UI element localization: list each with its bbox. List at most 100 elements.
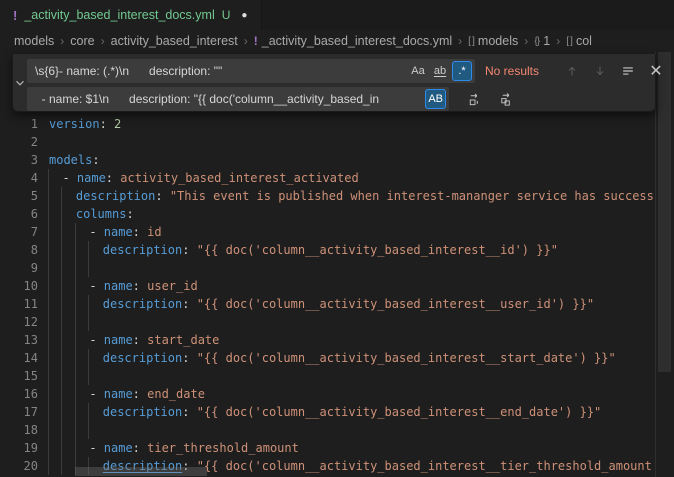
code-line[interactable]: 18 — [0, 421, 655, 439]
code-text[interactable]: - name: id — [49, 223, 162, 241]
line-number[interactable]: 6 — [0, 205, 38, 223]
line-number[interactable]: 15 — [0, 367, 38, 385]
code-line[interactable]: 16 - name: end_date — [0, 385, 655, 403]
indent-guide — [48, 313, 62, 331]
modified-dot-icon[interactable]: ● — [241, 10, 247, 21]
line-number[interactable]: 18 — [0, 421, 38, 439]
code-line[interactable]: 19 - name: tier_threshold_amount — [0, 439, 655, 457]
indent-guide — [75, 295, 89, 313]
code-text[interactable]: - name: activity_based_interest_activate… — [49, 169, 359, 187]
toggle-replace-button[interactable] — [13, 54, 27, 111]
indent-guide — [48, 349, 62, 367]
breadcrumb-item-models[interactable]: models — [14, 34, 54, 48]
indent-guide — [61, 277, 75, 295]
code-line[interactable]: 6 columns: — [0, 205, 655, 223]
code-text[interactable] — [49, 367, 103, 385]
code-line[interactable]: 14 description: "{{ doc('column__activity… — [0, 349, 655, 367]
breadcrumb-item-core[interactable]: core — [70, 34, 94, 48]
indent-guide — [61, 403, 75, 421]
code-text[interactable]: version: 2 — [49, 115, 121, 133]
code-line[interactable]: 17 description: "{{ doc('column__activity… — [0, 403, 655, 421]
code-area[interactable]: 1 version: 2 23 models: 4 - name: activity_ba… — [0, 52, 655, 477]
next-match-button[interactable] — [589, 60, 611, 82]
editor-tab[interactable]: ! _activity_based_interest_docs.yml U ● — [0, 0, 262, 30]
code-text[interactable]: description: "{{ doc('column__activity_b… — [49, 403, 601, 421]
line-number[interactable]: 13 — [0, 331, 38, 349]
preserve-case-toggle[interactable]: AB — [425, 89, 446, 109]
line-number[interactable]: 1 — [0, 115, 38, 133]
breadcrumb-separator: › — [458, 34, 462, 48]
code-text[interactable]: description: "This event is published wh… — [49, 187, 654, 205]
line-number[interactable]: 8 — [0, 241, 38, 259]
code-text[interactable]: description: "{{ doc('column__activity_b… — [49, 295, 594, 313]
find-results-status: No results — [485, 64, 561, 78]
code-line[interactable]: 11 description: "{{ doc('column__activity… — [0, 295, 655, 313]
line-number[interactable]: 5 — [0, 187, 38, 205]
line-number[interactable]: 11 — [0, 295, 38, 313]
line-number[interactable]: 14 — [0, 349, 38, 367]
indent-guide — [61, 205, 75, 223]
code-line[interactable]: 4 - name: activity_based_interest_activat… — [0, 169, 655, 187]
code-text[interactable]: description: "{{ doc('column__activity_b… — [49, 241, 558, 259]
line-number[interactable]: 17 — [0, 403, 38, 421]
yaml-file-icon: ! — [254, 34, 258, 48]
line-number[interactable]: 20 — [0, 457, 38, 475]
line-number[interactable]: 9 — [0, 259, 38, 277]
find-input[interactable]: \s{6}- name: (.*)\n description: "" Aa a… — [27, 59, 475, 83]
regex-toggle[interactable]: .* — [452, 61, 472, 81]
indent-guide — [48, 385, 62, 403]
replace-value-text: - name: $1\n description: "{{ doc('colum… — [35, 92, 423, 106]
code-text[interactable] — [49, 313, 103, 331]
symbol-array-icon: [ ] — [468, 35, 474, 47]
line-number[interactable]: 4 — [0, 169, 38, 187]
code-text[interactable]: - name: end_date — [49, 385, 205, 403]
code-line[interactable]: 10 - name: user_id — [0, 277, 655, 295]
code-line[interactable]: 7 - name: id — [0, 223, 655, 241]
replace-input[interactable]: - name: $1\n description: "{{ doc('colum… — [27, 87, 449, 111]
whole-word-toggle[interactable]: ab — [430, 61, 450, 81]
indent-guide — [48, 331, 62, 349]
close-find-widget-button[interactable]: ✕ — [645, 60, 667, 82]
breadcrumb-item-folder[interactable]: activity_based_interest — [111, 34, 238, 48]
code-line[interactable]: 13 - name: start_date — [0, 331, 655, 349]
match-case-toggle[interactable]: Aa — [408, 61, 428, 81]
code-text[interactable]: models: — [49, 151, 100, 169]
code-text[interactable]: - name: tier_threshold_amount — [49, 439, 299, 457]
replace-all-button[interactable] — [495, 88, 517, 110]
breadcrumb-item-file[interactable]: ! _activity_based_interest_docs.yml — [254, 34, 452, 48]
code-text[interactable] — [49, 421, 103, 439]
code-line[interactable]: 3 models: — [0, 151, 655, 169]
line-number[interactable]: 2 — [0, 133, 38, 151]
line-number[interactable]: 16 — [0, 385, 38, 403]
code-line[interactable]: 15 — [0, 367, 655, 385]
symbol-object-icon: {} — [534, 35, 539, 47]
code-text[interactable]: description: "{{ doc('column__activity_b… — [49, 349, 616, 367]
breadcrumb-symbol-1[interactable]: {} 1 — [534, 34, 550, 48]
code-line[interactable]: 8 description: "{{ doc('column__activity_… — [0, 241, 655, 259]
code-line[interactable]: 5 description: "This event is published w… — [0, 187, 655, 205]
line-number[interactable]: 10 — [0, 277, 38, 295]
replace-one-button[interactable] — [463, 88, 485, 110]
find-in-selection-button[interactable] — [617, 60, 639, 82]
code-text[interactable]: - name: start_date — [49, 331, 219, 349]
previous-match-button[interactable] — [561, 60, 583, 82]
line-number[interactable]: 7 — [0, 223, 38, 241]
code-line[interactable]: 1 version: 2 — [0, 115, 655, 133]
indent-guide — [88, 295, 102, 313]
horizontal-scrollbar-thumb[interactable] — [75, 467, 207, 476]
code-line[interactable]: 2 — [0, 133, 655, 151]
code-line[interactable]: 9 — [0, 259, 655, 277]
code-text[interactable]: - name: user_id — [49, 277, 198, 295]
breadcrumb-symbol-models[interactable]: [ ] models — [468, 34, 518, 48]
code-text[interactable]: columns: — [49, 205, 134, 223]
indent-guide — [61, 439, 75, 457]
code-text[interactable] — [49, 259, 103, 277]
editor: \s{6}- name: (.*)\n description: "" Aa a… — [0, 52, 674, 477]
code-lines: 1 version: 2 23 models: 4 - name: activity_ba… — [0, 115, 655, 475]
code-line[interactable]: 12 — [0, 313, 655, 331]
vertical-scrollbar-track[interactable] — [655, 52, 674, 477]
line-number[interactable]: 12 — [0, 313, 38, 331]
breadcrumb-symbol-columns[interactable]: [ ] col — [566, 34, 592, 48]
line-number[interactable]: 3 — [0, 151, 38, 169]
line-number[interactable]: 19 — [0, 439, 38, 457]
